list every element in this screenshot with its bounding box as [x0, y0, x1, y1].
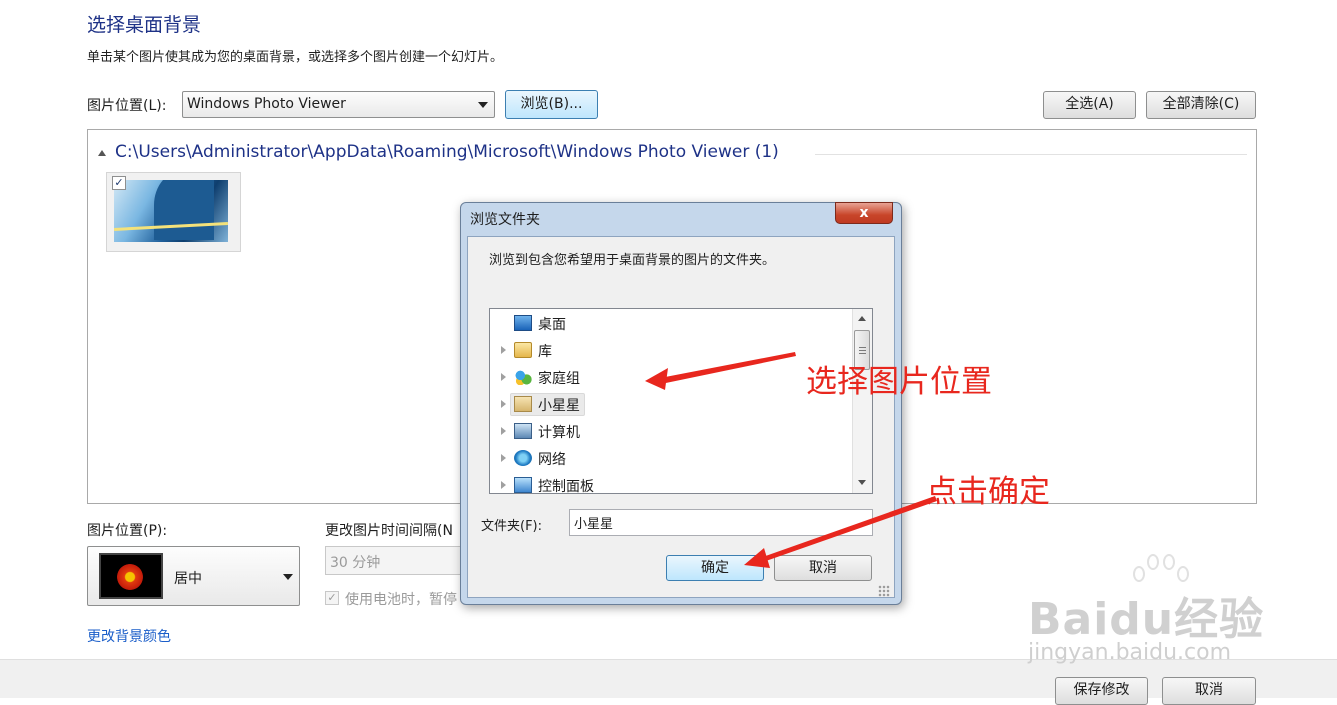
tree-item-label: 家庭组: [538, 371, 580, 387]
pause-on-battery-label: 使用电池时，暂停: [345, 592, 457, 608]
desktop-icon: [514, 315, 532, 331]
picture-group-header: C:\Users\Administrator\AppData\Roaming\M…: [115, 142, 779, 162]
paw-toe: [1147, 554, 1159, 570]
page-title: 选择桌面背景: [87, 14, 202, 36]
picture-position-value: 居中: [174, 571, 202, 587]
position-label: 图片位置(P):: [87, 523, 168, 539]
tree-item-desktop[interactable]: 桌面: [490, 311, 850, 336]
library-icon: [514, 342, 532, 358]
page-subtitle: 单击某个图片使其成为您的桌面背景，或选择多个图片创建一个幻灯片。: [87, 50, 504, 65]
browse-button[interactable]: 浏览(B)...: [505, 90, 598, 119]
chevron-down-icon: [478, 102, 488, 108]
select-all-button[interactable]: 全选(A): [1043, 91, 1136, 119]
picture-location-dropdown[interactable]: Windows Photo Viewer: [182, 91, 495, 118]
tree-item-library[interactable]: 库: [490, 338, 850, 363]
control-panel-icon: [514, 477, 532, 493]
scroll-up-button[interactable]: [853, 310, 871, 328]
user-folder-icon: [514, 396, 532, 412]
location-label: 图片位置(L):: [87, 98, 167, 114]
clear-all-button[interactable]: 全部清除(C): [1146, 91, 1256, 119]
tree-item-label: 控制面板: [538, 479, 594, 494]
grip-line: [859, 350, 866, 351]
watermark-site: jingyan.baidu.com: [1028, 640, 1232, 665]
flower-preview: [117, 564, 143, 590]
paw-toe: [1163, 554, 1175, 570]
group-divider: [815, 154, 1247, 155]
grip-line: [859, 353, 866, 354]
watermark-logo: Baidu经验: [1028, 594, 1265, 645]
paw-toe: [1177, 566, 1189, 582]
computer-icon: [514, 423, 532, 439]
picture-location-value: Windows Photo Viewer: [187, 96, 346, 112]
folder-input[interactable]: 小星星: [569, 509, 873, 536]
tree-item-label: 网络: [538, 452, 566, 468]
thumbnail-image[interactable]: [114, 180, 228, 242]
chevron-down-icon: [283, 574, 293, 580]
tree-item-network[interactable]: 网络: [490, 446, 850, 471]
dialog-title: 浏览文件夹: [470, 212, 540, 228]
expand-arrow-icon[interactable]: [501, 481, 506, 489]
dialog-close-button[interactable]: x: [835, 202, 893, 224]
folder-label: 文件夹(F):: [481, 519, 543, 534]
chevron-down-icon: [858, 480, 866, 485]
expand-arrow-icon[interactable]: [501, 373, 506, 381]
annotation-select-location: 选择图片位置: [806, 364, 992, 400]
tree-item-label: 库: [538, 344, 552, 360]
save-changes-button[interactable]: 保存修改: [1055, 677, 1148, 705]
grip-line: [859, 347, 866, 348]
dialog-description: 浏览到包含您希望用于桌面背景的图片的文件夹。: [489, 253, 776, 268]
pause-on-battery-checkbox[interactable]: ✓: [325, 591, 339, 605]
position-preview-image: [99, 553, 163, 599]
tree-item-control-panel[interactable]: 控制面板: [490, 473, 850, 494]
tree-item-user-folder[interactable]: 小星星: [490, 392, 850, 417]
picture-position-dropdown[interactable]: 居中: [87, 546, 300, 606]
tree-item-label: 小星星: [538, 398, 580, 414]
resize-grip-icon[interactable]: [878, 585, 890, 597]
collapse-group-icon[interactable]: [98, 150, 106, 156]
cancel-button[interactable]: 取消: [1162, 677, 1256, 705]
expand-arrow-icon[interactable]: [501, 400, 506, 408]
expand-arrow-icon[interactable]: [501, 454, 506, 462]
interval-label: 更改图片时间间隔(N: [325, 523, 453, 539]
network-icon: [514, 450, 532, 466]
ok-button[interactable]: 确定: [666, 555, 764, 581]
interval-dropdown[interactable]: 30 分钟: [325, 546, 465, 575]
expand-arrow-icon[interactable]: [501, 427, 506, 435]
thumbnail-shape: [154, 180, 214, 240]
chevron-up-icon: [858, 316, 866, 321]
thumbnail-checkbox[interactable]: ✓: [112, 176, 126, 190]
folder-tree[interactable]: 桌面 库 家庭组 小星星 计算机 网络 控制面板: [489, 308, 873, 494]
tree-item-label: 桌面: [538, 317, 566, 333]
dialog-cancel-button[interactable]: 取消: [774, 555, 872, 581]
interval-value: 30 分钟: [330, 555, 381, 571]
tree-item-computer[interactable]: 计算机: [490, 419, 850, 444]
paw-toe: [1133, 566, 1145, 582]
annotation-click-ok: 点击确定: [926, 474, 1050, 510]
tree-item-homegroup[interactable]: 家庭组: [490, 365, 850, 390]
expand-arrow-icon[interactable]: [501, 346, 506, 354]
homegroup-icon: [514, 369, 532, 385]
tree-item-label: 计算机: [538, 425, 580, 441]
change-background-color-link[interactable]: 更改背景颜色: [87, 626, 171, 646]
scroll-down-button[interactable]: [853, 474, 871, 492]
